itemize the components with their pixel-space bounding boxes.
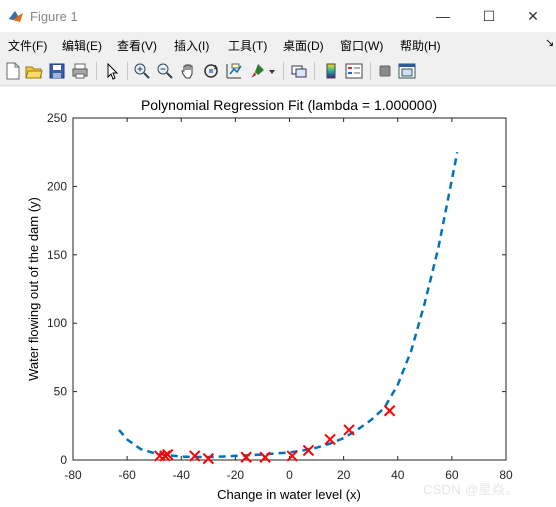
- toolbar-separator: [283, 62, 284, 80]
- y-axis-label: Water flowing out of the dam (y): [26, 197, 41, 381]
- zoom-in-icon[interactable]: [133, 62, 151, 80]
- y-tick-label: 0: [60, 453, 67, 467]
- y-tick-label: 50: [54, 385, 68, 399]
- menu-overflow-arrow-icon[interactable]: ↘: [545, 36, 554, 49]
- y-tick-label: 250: [47, 111, 67, 125]
- legend-icon[interactable]: [345, 62, 363, 80]
- toolbar-separator: [127, 62, 128, 80]
- menu-desktop[interactable]: 桌面(D): [283, 37, 324, 54]
- x-tick-label: -60: [118, 468, 136, 482]
- menu-help[interactable]: 帮助(H): [400, 37, 441, 54]
- watermark: CSDN @星焱。: [423, 482, 519, 497]
- toolbar-separator: [314, 62, 315, 80]
- open-file-icon[interactable]: [25, 62, 43, 80]
- figure-toolbar: [0, 56, 556, 86]
- menu-bar: 文件(F) 编辑(E) 查看(V) 插入(I) 工具(T) 桌面(D) 窗口(W…: [0, 32, 556, 56]
- title-bar: Figure 1 — ☐ ✕: [0, 0, 556, 32]
- colorbar-icon[interactable]: [322, 62, 340, 80]
- show-plot-tools-icon[interactable]: [398, 62, 416, 80]
- menu-window[interactable]: 窗口(W): [340, 37, 383, 54]
- x-tick-label: 40: [391, 468, 405, 482]
- maximize-button[interactable]: ☐: [466, 0, 512, 32]
- menu-edit[interactable]: 编辑(E): [62, 37, 102, 54]
- new-figure-icon[interactable]: [4, 62, 22, 80]
- menu-view[interactable]: 查看(V): [117, 37, 157, 54]
- minimize-button[interactable]: —: [420, 0, 466, 32]
- print-icon[interactable]: [71, 62, 89, 80]
- toolbar-separator: [370, 62, 371, 80]
- plot-area[interactable]: Polynomial Regression Fit (lambda = 1.00…: [0, 87, 556, 507]
- matlab-logo-icon: [9, 11, 23, 22]
- x-tick-label: -40: [173, 468, 191, 482]
- window-title: Figure 1: [30, 9, 78, 24]
- pan-hand-icon[interactable]: [179, 62, 197, 80]
- x-tick-label: 0: [286, 468, 293, 482]
- x-tick-label: 20: [337, 468, 351, 482]
- link-plot-icon[interactable]: [290, 62, 308, 80]
- menu-file[interactable]: 文件(F): [8, 37, 47, 54]
- figure-canvas: Polynomial Regression Fit (lambda = 1.00…: [0, 87, 556, 507]
- hide-plot-tools-icon[interactable]: [376, 62, 394, 80]
- select-arrow-icon[interactable]: [103, 62, 121, 80]
- y-tick-label: 150: [47, 248, 67, 262]
- chart-title: Polynomial Regression Fit (lambda = 1.00…: [141, 97, 437, 113]
- x-tick-label: -80: [64, 468, 82, 482]
- x-tick-label: -20: [227, 468, 245, 482]
- rotate-3d-icon[interactable]: [202, 62, 220, 80]
- menu-insert[interactable]: 插入(I): [174, 37, 209, 54]
- chevron-down-icon[interactable]: [268, 68, 276, 76]
- close-button[interactable]: ✕: [510, 0, 556, 32]
- data-cursor-icon[interactable]: [225, 62, 243, 80]
- zoom-out-icon[interactable]: [156, 62, 174, 80]
- toolbar-separator: [96, 62, 97, 80]
- x-axis-label: Change in water level (x): [217, 487, 361, 502]
- save-icon[interactable]: [48, 62, 66, 80]
- menu-tools[interactable]: 工具(T): [228, 37, 267, 54]
- brush-icon[interactable]: [248, 62, 266, 80]
- y-tick-label: 100: [47, 316, 67, 330]
- y-tick-label: 200: [47, 179, 67, 193]
- axes-box: [72, 117, 507, 461]
